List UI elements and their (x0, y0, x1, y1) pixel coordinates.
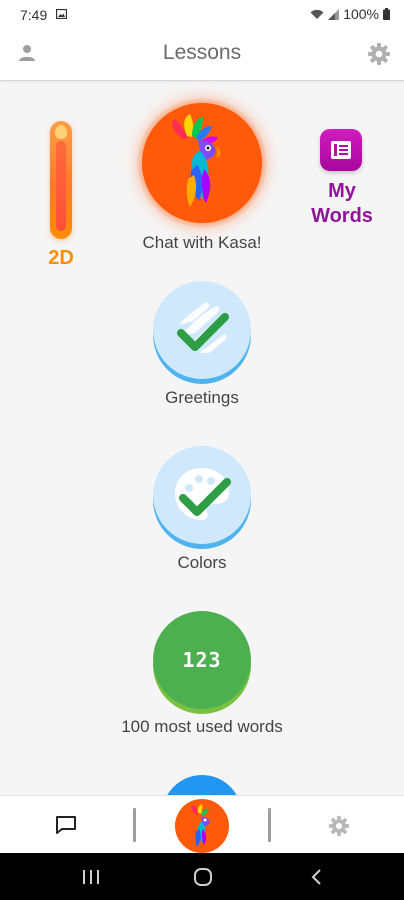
lesson-colors-button[interactable] (153, 446, 251, 544)
settings-gear-icon[interactable] (328, 815, 350, 837)
battery-percent: 100% (343, 6, 379, 22)
signal-icon (328, 8, 340, 20)
streak-days-label: 2D (48, 247, 74, 269)
lessons-list[interactable]: 2D Chat with Kasa! My Words Greetings Co… (0, 81, 404, 795)
page-title: Lessons (162, 41, 242, 64)
waving-hand-check-icon (177, 302, 229, 353)
nav-divider (133, 808, 136, 842)
android-nav-bar (0, 853, 404, 900)
settings-gear-icon[interactable] (367, 42, 391, 66)
status-icons: 100% (310, 6, 390, 22)
status-time: 7:49 (20, 7, 48, 23)
back-icon[interactable] (310, 868, 322, 886)
lesson-greetings-label: Greetings (165, 388, 239, 407)
home-icon[interactable] (193, 867, 213, 887)
lesson-123-badge: 123 (182, 648, 222, 672)
nav-divider (268, 808, 271, 842)
app-header: Lessons (0, 30, 404, 81)
wifi-icon (310, 9, 324, 19)
bottom-nav (0, 795, 404, 854)
palette-check-icon (175, 468, 231, 520)
lesson-100-words-button[interactable]: 123 (153, 611, 251, 709)
nav-kasa-button[interactable] (175, 799, 229, 853)
my-words-line2: Words (311, 205, 373, 227)
gallery-notification-icon (56, 9, 67, 19)
my-words-label: My Words (296, 179, 388, 229)
book-icon (331, 141, 351, 159)
flame-icon (55, 125, 67, 139)
lesson-greetings-button[interactable] (153, 281, 251, 379)
parrot-icon (172, 114, 221, 207)
my-words-line1: My (328, 180, 356, 202)
chat-bubble-icon[interactable] (55, 815, 77, 835)
status-bar: 7:49 100% (0, 0, 404, 30)
chat-with-kasa-button[interactable] (142, 103, 262, 223)
lesson-colors-label: Colors (177, 553, 227, 572)
chat-with-kasa-label: Chat with Kasa! (142, 233, 262, 252)
parrot-icon (191, 804, 210, 847)
streak-meter[interactable] (50, 121, 72, 239)
recent-apps-icon[interactable] (82, 869, 100, 885)
my-words-button[interactable] (320, 129, 362, 171)
next-lesson-button[interactable] (162, 775, 242, 795)
streak-fill (56, 141, 66, 231)
battery-icon (383, 8, 390, 20)
lesson-100-words-label: 100 most used words (121, 717, 283, 736)
